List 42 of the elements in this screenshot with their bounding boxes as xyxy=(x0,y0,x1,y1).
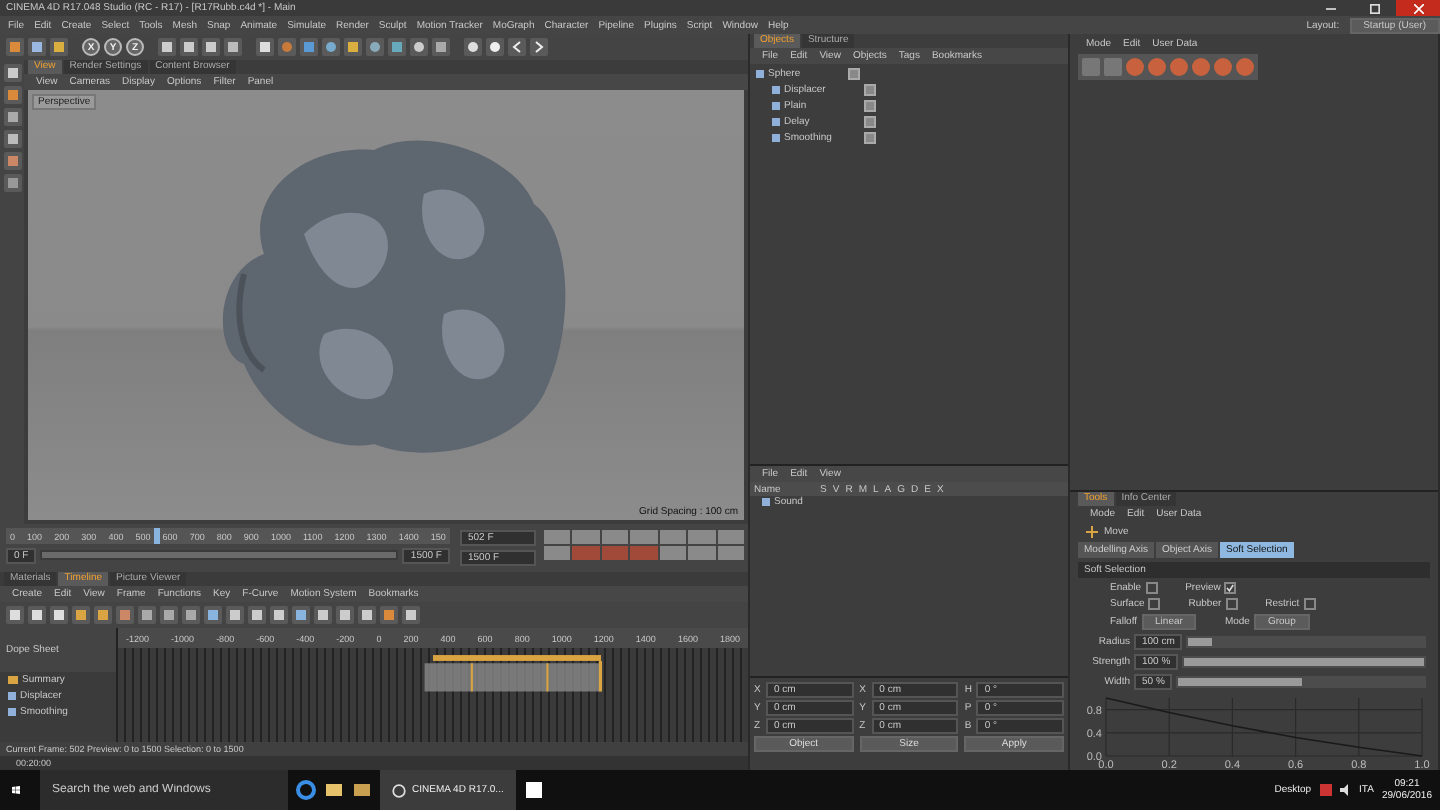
checkbox[interactable] xyxy=(1303,598,1316,610)
toolbar-button[interactable] xyxy=(464,38,482,56)
toolbar-button[interactable] xyxy=(486,38,504,56)
chevron-right-icon xyxy=(532,40,546,54)
close-button[interactable] xyxy=(1396,0,1440,16)
next-button[interactable] xyxy=(530,38,548,56)
playback-button[interactable] xyxy=(601,530,629,544)
chevron-left-icon xyxy=(510,40,524,54)
playhead[interactable] xyxy=(154,528,161,544)
minimize-icon xyxy=(1325,3,1335,13)
windows-logo-icon xyxy=(12,782,20,798)
toolbar-button[interactable] xyxy=(432,38,450,56)
dope-sheet-grid[interactable] xyxy=(118,648,748,742)
checkbox[interactable] xyxy=(1148,598,1161,610)
checkbox[interactable] xyxy=(1225,598,1238,610)
maximize-icon xyxy=(1369,3,1379,13)
playback-button[interactable] xyxy=(717,546,744,560)
checkbox[interactable] xyxy=(1145,582,1158,594)
toolbar-button[interactable] xyxy=(322,38,340,56)
previous-button[interactable] xyxy=(508,38,526,56)
toolbar-button[interactable] xyxy=(410,38,428,56)
speaker-icon xyxy=(1339,784,1352,796)
toolbar-button[interactable] xyxy=(344,38,362,56)
layer-color-icon xyxy=(762,498,770,506)
playback-button[interactable] xyxy=(659,530,687,544)
playback-button[interactable] xyxy=(601,546,629,560)
playback-button[interactable] xyxy=(659,546,687,560)
browser-icon[interactable] xyxy=(296,780,316,800)
playback-button[interactable] xyxy=(717,530,744,544)
folder-icon xyxy=(8,676,18,684)
move-icon xyxy=(1086,526,1098,538)
checkbox[interactable] xyxy=(1224,582,1237,594)
tray-icon xyxy=(1319,784,1332,796)
toolbar-button[interactable] xyxy=(366,38,384,56)
playback-button[interactable] xyxy=(544,546,571,560)
app-icon[interactable] xyxy=(523,780,544,800)
checkmark-icon xyxy=(1226,584,1235,592)
playback-button[interactable] xyxy=(544,530,571,544)
folder-icon[interactable] xyxy=(324,780,344,800)
close-icon xyxy=(1413,3,1423,13)
toolbar-button[interactable] xyxy=(388,38,406,56)
app-icon xyxy=(392,783,406,797)
